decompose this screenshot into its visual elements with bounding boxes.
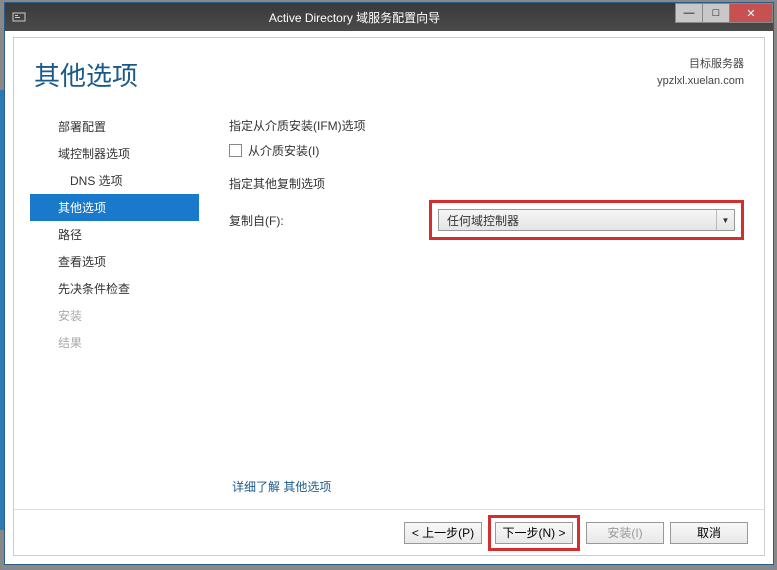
nav-deployment-config[interactable]: 部署配置 — [30, 113, 199, 140]
window-body: 其他选项 目标服务器 ypzlxl.xuelan.com 部署配置 域控制器选项… — [13, 37, 765, 556]
replicate-from-value: 任何域控制器 — [439, 212, 716, 229]
close-button[interactable]: ✕ — [729, 3, 773, 23]
maximize-button[interactable]: □ — [702, 3, 730, 23]
target-server-name: ypzlxl.xuelan.com — [657, 73, 744, 90]
titlebar: Active Directory 域服务配置向导 — □ ✕ — [5, 3, 773, 31]
page-title: 其他选项 — [34, 56, 138, 93]
replicate-from-dropdown[interactable]: 任何域控制器 ▼ — [438, 209, 735, 231]
sidebar-nav: 部署配置 域控制器选项 DNS 选项 其他选项 路径 查看选项 先决条件检查 安… — [14, 113, 199, 356]
replication-section-label: 指定其他复制选项 — [229, 175, 744, 192]
replicate-from-highlight: 任何域控制器 ▼ — [429, 200, 744, 240]
install-button: 安装(I) — [586, 522, 664, 544]
window-controls: — □ ✕ — [676, 3, 773, 23]
wizard-window: Active Directory 域服务配置向导 — □ ✕ 其他选项 目标服务… — [4, 2, 774, 565]
nav-prereq-check[interactable]: 先决条件检查 — [30, 275, 199, 302]
chevron-down-icon: ▼ — [716, 210, 734, 230]
footer-buttons: < 上一步(P) 下一步(N) > 安装(I) 取消 — [14, 509, 764, 555]
minimize-button[interactable]: — — [675, 3, 703, 23]
header-row: 其他选项 目标服务器 ypzlxl.xuelan.com — [14, 38, 764, 93]
replicate-from-label: 复制自(F): — [229, 212, 429, 229]
ifm-checkbox[interactable] — [229, 144, 242, 157]
nav-dns-options[interactable]: DNS 选项 — [30, 167, 199, 194]
cancel-button[interactable]: 取消 — [670, 522, 748, 544]
main-panel: 指定从介质安装(IFM)选项 从介质安装(I) 指定其他复制选项 复制自(F):… — [199, 113, 764, 356]
target-server-info: 目标服务器 ypzlxl.xuelan.com — [657, 56, 744, 89]
ifm-section-label: 指定从介质安装(IFM)选项 — [229, 117, 744, 134]
target-server-label: 目标服务器 — [657, 56, 744, 73]
next-button-highlight: 下一步(N) > — [488, 515, 580, 551]
next-button[interactable]: 下一步(N) > — [495, 522, 573, 544]
previous-button[interactable]: < 上一步(P) — [404, 522, 482, 544]
more-info-link[interactable]: 详细了解 其他选项 — [232, 478, 331, 495]
app-icon — [11, 9, 27, 25]
nav-dc-options[interactable]: 域控制器选项 — [30, 140, 199, 167]
ifm-checkbox-label: 从介质安装(I) — [248, 142, 319, 159]
nav-results: 结果 — [30, 329, 199, 356]
nav-review-options[interactable]: 查看选项 — [30, 248, 199, 275]
nav-install: 安装 — [30, 302, 199, 329]
content-area: 部署配置 域控制器选项 DNS 选项 其他选项 路径 查看选项 先决条件检查 安… — [14, 93, 764, 356]
window-title: Active Directory 域服务配置向导 — [33, 9, 676, 26]
ifm-checkbox-row[interactable]: 从介质安装(I) — [229, 142, 744, 159]
nav-paths[interactable]: 路径 — [30, 221, 199, 248]
nav-additional-options[interactable]: 其他选项 — [30, 194, 199, 221]
replicate-from-row: 复制自(F): 任何域控制器 ▼ — [229, 200, 744, 240]
